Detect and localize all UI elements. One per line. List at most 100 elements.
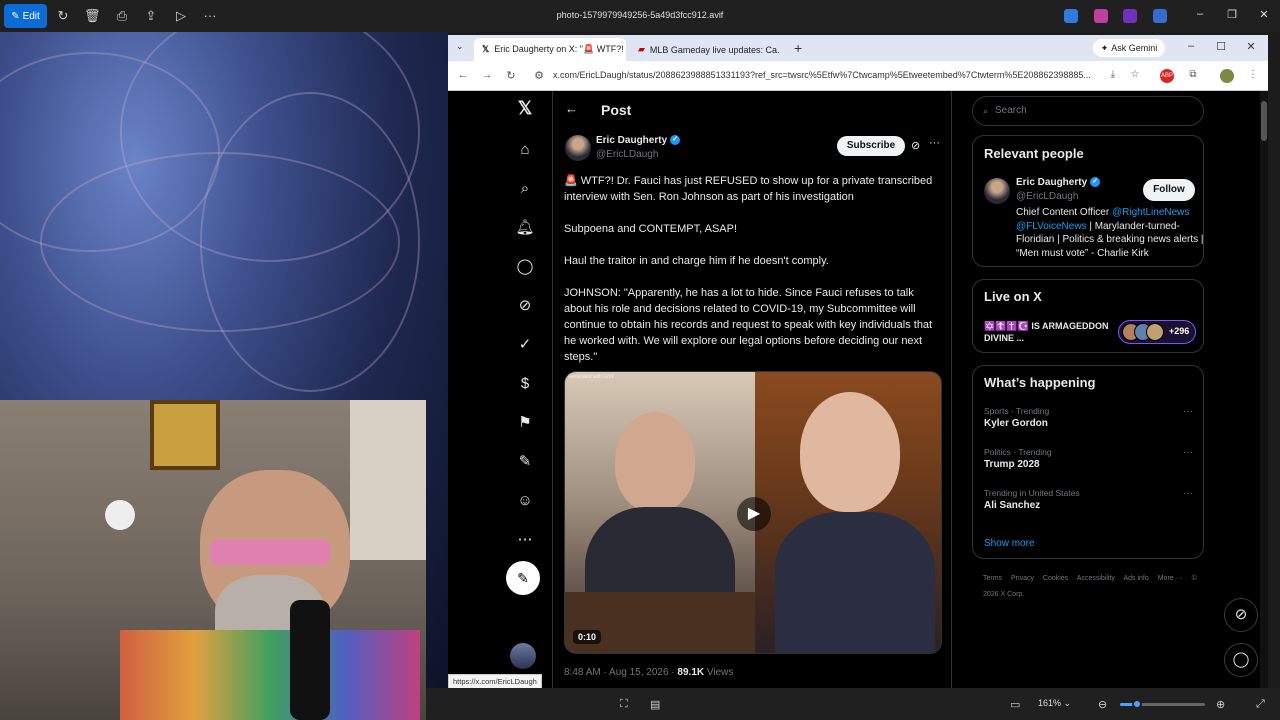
person-handle[interactable]: @EricLDaugh <box>1016 191 1078 202</box>
profile-icon[interactable]: ☺ <box>514 490 536 512</box>
explore-search-icon[interactable]: ⌕ <box>514 178 536 200</box>
home-icon[interactable]: ⌂ <box>514 139 536 161</box>
tab-mlb-gameday[interactable]: ▰ MLB Gameday live updates: Ca... ✕ <box>630 38 780 61</box>
follow-button[interactable]: Follow <box>1143 179 1195 201</box>
site-info-icon[interactable]: ⚙ <box>532 69 546 82</box>
photo-viewer-toolbar: ✎ Edit ↻ 🗑 ⎙ ⇪ ▷ ··· photo-1579979949256-… <box>0 0 1280 32</box>
live-listeners[interactable]: +296 <box>1118 320 1196 344</box>
new-tab-button[interactable]: + <box>794 40 802 56</box>
slideshow-icon[interactable]: ▷ <box>173 8 189 24</box>
grok-icon[interactable]: ⊘ <box>514 295 536 317</box>
grok-explain-icon[interactable]: ⊘ <box>911 139 920 152</box>
x-logo-icon[interactable]: 𝕏 <box>514 97 536 119</box>
back-arrow-icon[interactable]: ← <box>565 101 578 116</box>
install-icon[interactable]: ⤓ <box>1106 69 1120 83</box>
focus-icon[interactable]: ⛶ <box>620 698 628 711</box>
monetization-icon[interactable]: $ <box>514 373 536 395</box>
show-more-link[interactable]: Show more <box>984 538 1035 549</box>
app-icon-3[interactable] <box>1123 9 1137 23</box>
grok-fab-icon[interactable]: ⊘ <box>1224 598 1258 632</box>
trend-name[interactable]: Kyler Gordon <box>984 418 1048 429</box>
page-scrollbar[interactable] <box>1260 91 1268 688</box>
person-avatar[interactable] <box>984 178 1010 204</box>
footer-link[interactable]: Accessibility <box>1077 575 1115 582</box>
person-name[interactable]: Eric Daugherty ✓ <box>1016 177 1101 188</box>
bio-text: Chief Content Officer <box>1016 207 1112 218</box>
author-handle[interactable]: @EricLDaugh <box>596 149 658 160</box>
tab-list-icon[interactable]: ⌄ <box>456 41 464 52</box>
minimize-icon[interactable]: – <box>1184 40 1198 52</box>
footer-link[interactable]: More ··· <box>1158 575 1183 582</box>
post-more-icon[interactable]: ··· <box>929 137 940 149</box>
app-icon-4[interactable] <box>1153 9 1167 23</box>
app-icon-2[interactable] <box>1094 9 1108 23</box>
maximize-icon[interactable]: ☐ <box>1214 40 1228 53</box>
zoom-out-icon[interactable]: ⊖ <box>1098 698 1107 711</box>
edit-button[interactable]: ✎ Edit <box>4 4 47 28</box>
app-icon-1[interactable] <box>1064 9 1078 23</box>
person-name-text: Eric Daugherty <box>1016 177 1088 188</box>
post-video[interactable]: Generated with Grok ▶ 0:10 <box>564 371 942 654</box>
search-input[interactable]: ⌕ Search <box>972 96 1204 126</box>
verified-icon[interactable]: ✓ <box>514 334 536 356</box>
print-icon[interactable]: ⎙ <box>114 8 130 24</box>
zoom-in-icon[interactable]: ⊕ <box>1216 698 1225 711</box>
live-space-title[interactable]: ✡️☦️✝️☪️ IS ARMAGEDDON DIVINE ... <box>984 320 1109 344</box>
live-on-x-panel[interactable]: Live on X ✡️☦️✝️☪️ IS ARMAGEDDON DIVINE … <box>972 279 1204 353</box>
ask-gemini-button[interactable]: ✦ Ask Gemini <box>1093 39 1165 57</box>
trend-name[interactable]: Ali Sanchez <box>984 500 1040 511</box>
play-icon[interactable]: ▶ <box>737 497 771 531</box>
x-left-nav: 𝕏 ⌂ ⌕ 🔔︎ ◯ ⊘ ✓ $ ⚑ ✎ ☺ ⋯ ✎ <box>500 91 552 688</box>
zoom-slider[interactable] <box>1120 699 1205 709</box>
gemini-label: Ask Gemini <box>1111 43 1158 53</box>
account-avatar[interactable] <box>510 643 536 669</box>
subscribe-button[interactable]: Subscribe <box>837 136 905 156</box>
trend-more-icon[interactable]: ··· <box>1183 406 1193 417</box>
url-field[interactable]: x.com/EricLDaugh/status/2088623988851331… <box>553 70 1098 80</box>
bio-link[interactable]: @RightLineNews <box>1112 207 1189 218</box>
reload-icon[interactable]: ↻ <box>504 69 518 82</box>
trend-more-icon[interactable]: ··· <box>1183 488 1193 499</box>
author-avatar[interactable] <box>565 135 591 161</box>
footer-link[interactable]: Ads info <box>1123 575 1148 582</box>
close-icon[interactable]: ✕ <box>1244 40 1258 53</box>
profile-avatar[interactable] <box>1220 69 1234 83</box>
fullscreen-icon[interactable]: ⤢ <box>1256 698 1265 711</box>
chat-icon[interactable]: ◯ <box>514 256 536 278</box>
notifications-bell-icon[interactable]: 🔔︎ <box>514 217 536 239</box>
extensions-icon[interactable]: ⧉ <box>1186 69 1200 83</box>
footer-link[interactable]: Terms <box>983 575 1002 582</box>
rotate-icon[interactable]: ↻ <box>55 8 71 24</box>
video-duration: 0:10 <box>573 630 602 644</box>
delete-icon[interactable]: 🗑 <box>84 8 101 24</box>
tab-x-post[interactable]: 𝕏 Eric Daugherty on X: "🚨 WTF?! ✕ <box>474 38 626 61</box>
back-icon[interactable]: ← <box>456 69 470 81</box>
adblock-icon[interactable]: ABP <box>1160 69 1174 83</box>
restore-icon[interactable]: ❐ <box>1224 8 1240 21</box>
messages-fab-icon[interactable]: ◯ <box>1224 643 1258 677</box>
more-circle-icon[interactable]: ⋯ <box>514 529 536 551</box>
post-text-paragraph: JOHNSON: "Apparently, he has a lot to hi… <box>564 287 933 363</box>
panel-title: Live on X <box>984 289 1042 304</box>
minimize-icon[interactable]: – <box>1192 8 1208 20</box>
more-options-icon[interactable]: ··· <box>202 8 218 24</box>
trend-name[interactable]: Trump 2028 <box>984 459 1040 470</box>
scroll-thumb[interactable] <box>1261 101 1267 141</box>
zoom-slider-knob[interactable] <box>1132 699 1142 709</box>
footer-link[interactable]: Privacy <box>1011 575 1034 582</box>
trend-more-icon[interactable]: ··· <box>1183 447 1193 458</box>
compose-post-button[interactable]: ✎ <box>506 561 540 595</box>
fit-screen-icon[interactable]: ▭ <box>1010 698 1020 711</box>
author-name[interactable]: Eric Daugherty ✓ <box>596 135 681 146</box>
share-icon[interactable]: ⇪ <box>143 8 159 24</box>
articles-icon[interactable]: ✎ <box>514 451 536 473</box>
bookmark-star-icon[interactable]: ☆ <box>1128 69 1142 83</box>
footer-link[interactable]: Cookies <box>1043 575 1068 582</box>
ocr-icon[interactable]: ▤ <box>650 698 660 711</box>
zoom-level[interactable]: 161% ⌄ <box>1038 698 1071 709</box>
bio-link[interactable]: @FLVoiceNews <box>1016 221 1087 232</box>
bookmarks-icon[interactable]: ⚑ <box>514 412 536 434</box>
browser-menu-icon[interactable]: ⋮ <box>1246 69 1260 83</box>
forward-icon[interactable]: → <box>480 69 494 81</box>
close-icon[interactable]: ✕ <box>1256 8 1272 21</box>
